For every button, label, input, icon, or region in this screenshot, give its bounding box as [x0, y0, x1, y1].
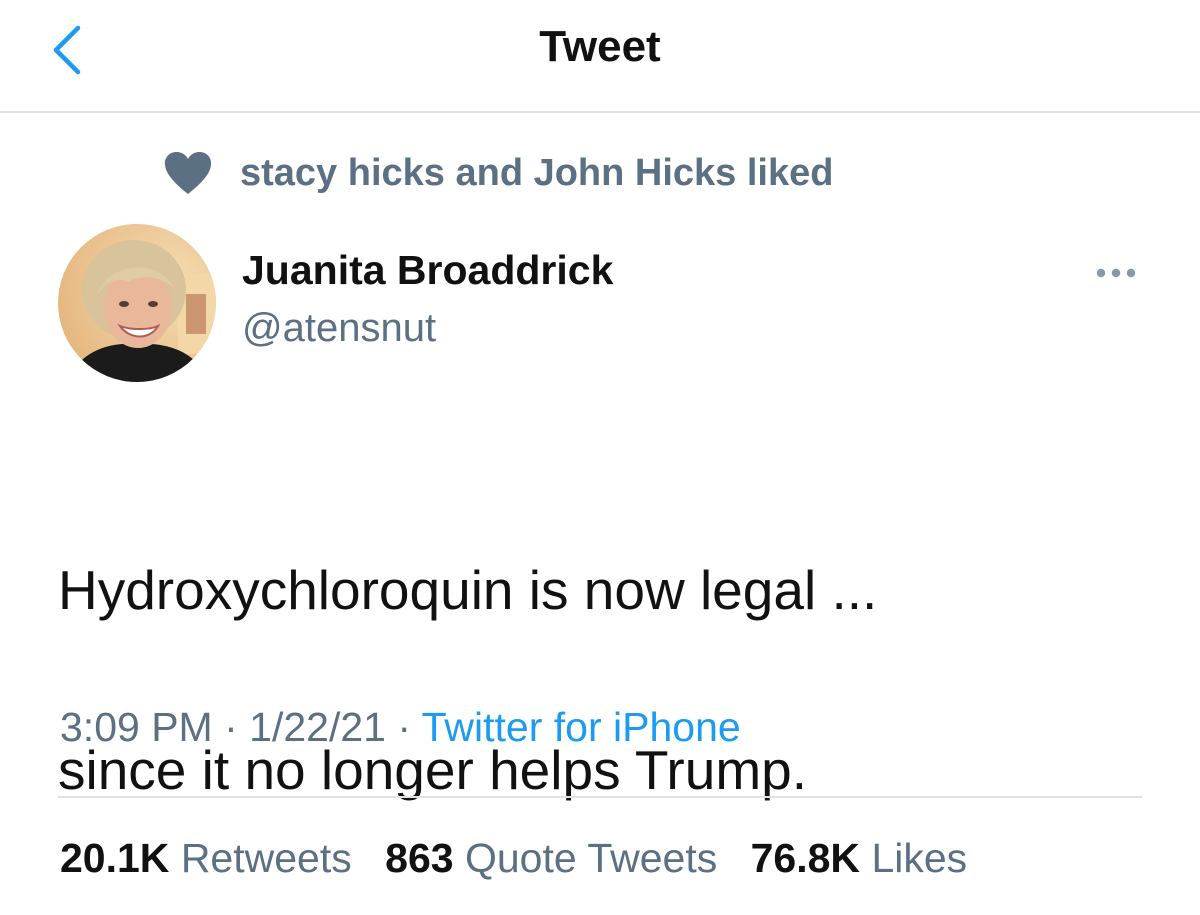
meta-separator: ·	[212, 704, 250, 750]
retweets-count: 20.1K	[60, 835, 170, 881]
heart-icon	[164, 152, 212, 194]
quote-tweets-label: Quote Tweets	[464, 835, 718, 881]
avatar[interactable]	[58, 224, 216, 382]
author-handle[interactable]: @atensnut	[242, 306, 436, 351]
tweet-text-line: Hydroxychloroquin is now legal ...	[58, 559, 878, 621]
page-title: Tweet	[539, 22, 661, 71]
tweet-detail-page: Tweet stacy hicks and John Hicks liked J…	[0, 0, 1200, 915]
social-context-text: stacy hicks and John Hicks liked	[240, 151, 834, 194]
likes-label: Likes	[871, 835, 968, 881]
tweet-stats: 20.1K Retweets 863 Quote Tweets 76.8K Li…	[60, 835, 989, 882]
social-context[interactable]: stacy hicks and John Hicks liked	[162, 148, 833, 198]
likes-count: 76.8K	[750, 835, 861, 881]
top-nav-bar: Tweet	[0, 0, 1200, 113]
likes-stat[interactable]: 76.8K Likes	[751, 835, 968, 881]
ellipsis-icon	[1096, 268, 1136, 278]
divider	[58, 796, 1142, 798]
tweet-source-link[interactable]: Twitter for iPhone	[422, 704, 741, 750]
author-display-name[interactable]: Juanita Broaddrick	[242, 247, 613, 294]
more-options-button[interactable]	[1092, 258, 1140, 288]
quote-tweets-count: 863	[385, 835, 454, 881]
retweets-stat[interactable]: 20.1K Retweets	[60, 835, 352, 881]
tweet-date[interactable]: 1/22/21	[249, 704, 386, 750]
avatar-image	[58, 224, 216, 382]
quote-tweets-stat[interactable]: 863 Quote Tweets	[385, 835, 717, 881]
retweets-label: Retweets	[180, 835, 352, 881]
meta-separator: ·	[385, 704, 422, 750]
tweet-meta: 3:09 PM · 1/22/21 · Twitter for iPhone	[60, 704, 741, 751]
tweet-time[interactable]: 3:09 PM	[60, 704, 213, 750]
